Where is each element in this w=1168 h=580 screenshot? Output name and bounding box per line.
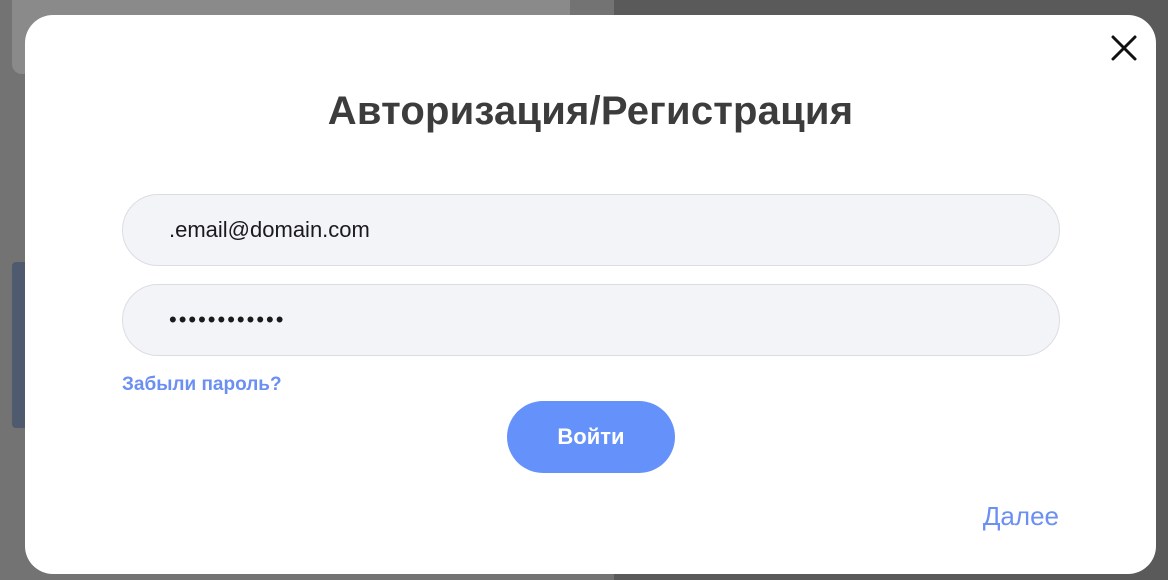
close-icon — [1111, 35, 1137, 61]
login-button[interactable]: Войти — [507, 401, 675, 473]
forgot-password-link[interactable]: Забыли пароль? — [122, 374, 282, 396]
close-button[interactable] — [1108, 32, 1140, 64]
next-link[interactable]: Далее — [983, 501, 1059, 532]
auth-modal: Авторизация/Регистрация Забыли пароль? В… — [25, 15, 1156, 574]
modal-title: Авторизация/Регистрация — [327, 89, 854, 133]
email-field[interactable] — [122, 194, 1060, 266]
password-field[interactable] — [122, 284, 1060, 356]
